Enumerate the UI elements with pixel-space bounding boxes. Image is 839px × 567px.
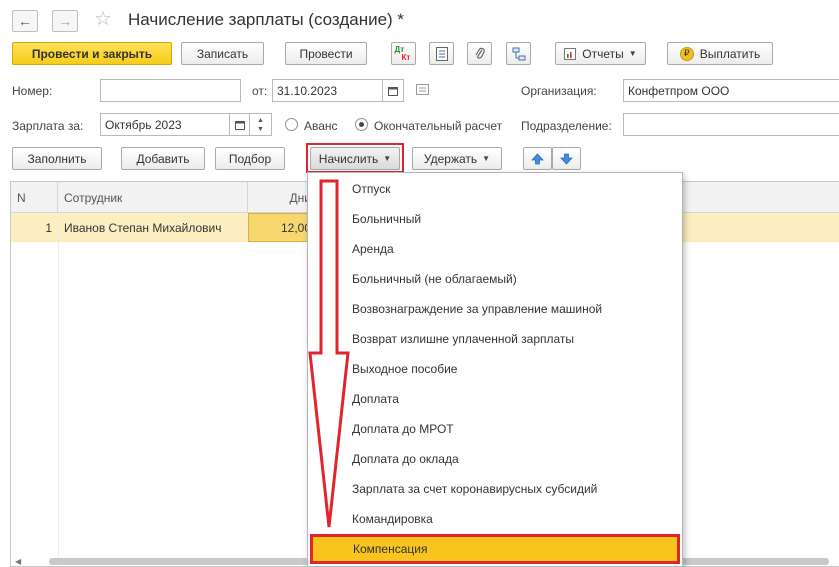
chevron-down-icon: ▼ <box>482 154 491 163</box>
advance-radio[interactable] <box>285 118 298 131</box>
advance-label: Аванс <box>304 119 338 133</box>
menu-item-sick-leave-untaxed[interactable]: Больничный (не облагаемый) <box>308 264 682 294</box>
menu-item-surcharge-to-min-wage[interactable]: Доплата до МРОТ <box>308 414 682 444</box>
date-label: от: <box>252 84 268 98</box>
salary-period-field[interactable]: Октябрь 2023 <box>100 113 230 136</box>
column-header-employee[interactable]: Сотрудник <box>58 182 248 213</box>
chevron-up-icon: ▲ <box>257 116 264 124</box>
menu-item-surcharge[interactable]: Доплата <box>308 384 682 414</box>
menu-item-sick-leave[interactable]: Больничный <box>308 204 682 234</box>
paperclip-icon <box>474 47 485 59</box>
post-and-close-button[interactable]: Провести и закрыть <box>12 42 172 65</box>
report-icon <box>564 47 577 60</box>
attach-button[interactable] <box>467 42 492 65</box>
period-calendar-button[interactable] <box>230 113 250 136</box>
chevron-down-icon: ▼ <box>628 49 637 58</box>
back-button[interactable]: ← <box>12 10 38 32</box>
organization-label: Организация: <box>521 84 597 98</box>
menu-item-overpaid-salary-return[interactable]: Возврат излишне уплаченной зарплаты <box>308 324 682 354</box>
column-header-n[interactable]: N <box>11 182 58 213</box>
organization-field[interactable]: Конфетпром ООО <box>623 79 839 102</box>
row-number: 1 <box>45 220 52 235</box>
final-calculation-label: Окончательный расчет <box>374 119 503 133</box>
row-employee[interactable]: Иванов Степан Михайлович <box>58 213 248 242</box>
select-button[interactable]: Подбор <box>215 147 285 170</box>
forward-button[interactable]: → <box>52 10 78 32</box>
menu-item-vacation[interactable]: Отпуск <box>308 174 682 204</box>
save-button[interactable]: Записать <box>181 42 264 65</box>
journal-button[interactable] <box>429 42 454 65</box>
menu-item-rent[interactable]: Аренда <box>308 234 682 264</box>
menu-item-surcharge-to-salary[interactable]: Доплата до оклада <box>308 444 682 474</box>
dt-kt-icon: Дт Кт <box>394 44 411 62</box>
menu-item-business-trip[interactable]: Командировка <box>308 504 682 534</box>
menu-item-severance-pay[interactable]: Выходное пособие <box>308 354 682 384</box>
calendar-icon <box>234 120 245 130</box>
salary-period-label: Зарплата за: <box>12 119 84 133</box>
list-icon <box>435 46 448 61</box>
chevron-down-icon: ▼ <box>257 125 264 133</box>
arrow-up-icon <box>531 152 544 164</box>
move-up-button[interactable] <box>523 147 552 170</box>
add-button[interactable]: Добавить <box>121 147 205 170</box>
menu-item-compensation[interactable]: Компенсация <box>310 534 680 564</box>
arrow-left-icon: ← <box>18 13 32 29</box>
division-label: Подразделение: <box>521 119 612 133</box>
menu-item-covid-subsidy-salary[interactable]: Зарплата за счет коронавирусных субсидий <box>308 474 682 504</box>
number-field[interactable] <box>100 79 241 102</box>
comment-icon[interactable] <box>416 84 429 98</box>
number-label: Номер: <box>12 84 53 98</box>
calendar-button[interactable] <box>383 79 404 102</box>
accrue-dropdown-menu: Отпуск Больничный Аренда Больничный (не … <box>307 172 683 567</box>
accrue-button[interactable]: Начислить ▼ <box>310 147 400 170</box>
reports-button[interactable]: Отчеты ▼ <box>555 42 646 65</box>
pay-button[interactable]: ₽ Выплатить <box>667 42 773 65</box>
menu-item-car-allowance[interactable]: Возвознаграждение за управление машиной <box>308 294 682 324</box>
scroll-left-icon[interactable]: ◀ <box>15 557 21 566</box>
arrow-right-icon: → <box>58 13 72 29</box>
arrow-down-icon <box>560 153 573 165</box>
column-divider <box>58 213 59 566</box>
withhold-button[interactable]: Удержать ▼ <box>412 147 502 170</box>
date-field[interactable]: 31.10.2023 <box>272 79 383 102</box>
hierarchy-icon <box>512 47 525 60</box>
chevron-down-icon: ▼ <box>383 154 392 163</box>
coin-icon: ₽ <box>679 46 694 61</box>
page-title: Начисление зарплаты (создание) * <box>128 10 405 29</box>
dt-kt-button[interactable]: Дт Кт <box>391 42 416 65</box>
calendar-icon <box>388 86 398 96</box>
period-spinner[interactable]: ▲ ▼ <box>250 113 272 136</box>
move-down-button[interactable] <box>552 147 581 170</box>
final-calculation-radio[interactable] <box>355 118 368 131</box>
structure-button[interactable] <box>506 42 531 65</box>
fill-button[interactable]: Заполнить <box>12 147 102 170</box>
division-field[interactable] <box>623 113 839 136</box>
star-icon[interactable]: ☆ <box>94 6 112 31</box>
post-button[interactable]: Провести <box>285 42 367 65</box>
